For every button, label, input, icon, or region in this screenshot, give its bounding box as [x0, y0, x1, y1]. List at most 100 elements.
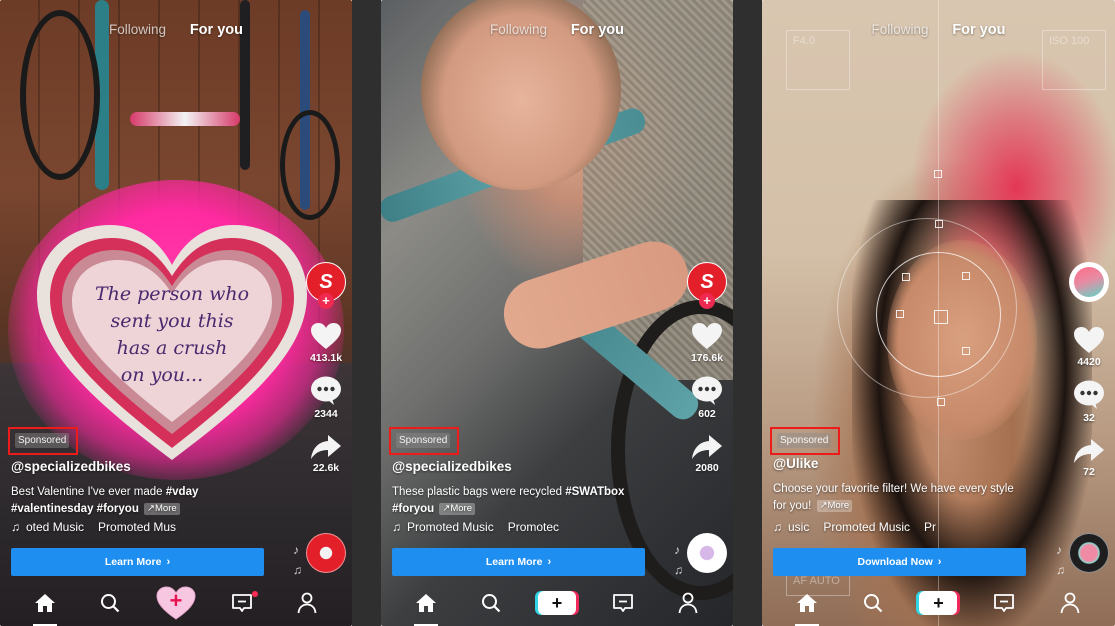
music-title: Pr: [924, 520, 937, 534]
follow-plus-icon[interactable]: +: [318, 293, 334, 309]
music-disc[interactable]: [687, 533, 727, 573]
nav-create[interactable]: +: [918, 588, 958, 618]
hashtag[interactable]: #foryou: [392, 503, 434, 515]
share-arrow-icon: [311, 435, 341, 459]
heart-card-line: on you...: [121, 364, 203, 386]
tab-following[interactable]: Following: [490, 22, 547, 37]
cta-label: Learn More: [104, 556, 162, 568]
action-sidebar: 4420 32 72: [1069, 262, 1109, 478]
more-link[interactable]: ↗More: [439, 503, 475, 515]
comment-button[interactable]: 602: [691, 376, 723, 420]
music-disc[interactable]: [1069, 533, 1109, 573]
learn-more-button[interactable]: Learn More ›: [392, 548, 645, 576]
comment-bubble-icon: [1074, 380, 1104, 409]
panel-divider: [733, 0, 762, 626]
caption-text: for you!: [773, 500, 812, 512]
create-button[interactable]: +: [537, 591, 576, 615]
sponsored-highlight-box: Sponsored: [8, 427, 78, 455]
hashtag[interactable]: #SWATbox: [565, 486, 624, 498]
heart-icon: [1074, 327, 1104, 353]
share-button[interactable]: 2080: [691, 434, 723, 474]
nav-home[interactable]: [406, 588, 446, 626]
download-now-button[interactable]: Download Now ›: [773, 548, 1026, 576]
hashtag[interactable]: #foryou: [97, 503, 139, 515]
more-link[interactable]: ↗More: [144, 503, 180, 515]
more-link[interactable]: ↗More: [816, 500, 853, 512]
tiktok-feed-panel-3: F4.0 ISO 100 AF AUTO Following For you 4…: [762, 0, 1115, 626]
music-ticker[interactable]: ♫ Promoted Music Promotec: [392, 520, 602, 534]
creator-username[interactable]: @Ulike: [773, 456, 818, 471]
tab-for-you[interactable]: For you: [952, 22, 1005, 38]
nav-inbox[interactable]: [984, 588, 1024, 618]
ar-tracking-point: [896, 310, 904, 318]
tab-following[interactable]: Following: [872, 22, 929, 37]
ar-tracking-point: [934, 170, 942, 178]
specialized-logo-icon: S: [319, 270, 333, 293]
music-ticker[interactable]: ♫ oted Music Promoted Mus: [11, 520, 221, 534]
nav-home[interactable]: [25, 588, 65, 626]
nav-discover[interactable]: [90, 588, 130, 618]
creator-avatar[interactable]: [1069, 262, 1109, 302]
creator-avatar[interactable]: S +: [306, 262, 346, 309]
nav-create[interactable]: +: [156, 586, 196, 620]
video-caption: These plastic bags were recycled #SWATbo…: [392, 484, 652, 518]
like-button[interactable]: 176.6k: [691, 322, 723, 364]
nav-profile[interactable]: [668, 588, 708, 618]
tab-following[interactable]: Following: [109, 22, 166, 37]
music-title: Promoted Music: [407, 520, 494, 534]
bottom-nav: +: [381, 580, 733, 626]
music-title: oted Music: [26, 520, 85, 534]
nav-discover[interactable]: [471, 588, 511, 618]
profile-icon: [1060, 592, 1080, 614]
comment-button[interactable]: 2344: [310, 376, 342, 420]
bike-wheel: [280, 110, 340, 220]
ulike-logo-icon: [1074, 267, 1104, 297]
feed-tabs: Following For you: [381, 22, 733, 38]
action-sidebar: S + 176.6k 602 2080: [687, 262, 727, 474]
nav-create[interactable]: +: [537, 588, 577, 618]
comment-button[interactable]: 32: [1073, 380, 1105, 424]
ar-tracking-point: [902, 273, 910, 281]
tab-for-you[interactable]: For you: [190, 22, 243, 38]
music-ticker[interactable]: ♫ usic Promoted Music Pr: [773, 520, 983, 534]
ar-tracking-point: [962, 347, 970, 355]
share-count: 72: [1083, 466, 1095, 478]
profile-icon: [297, 592, 317, 614]
creator-avatar[interactable]: S +: [687, 262, 727, 309]
inbox-icon: [612, 594, 633, 612]
nav-inbox[interactable]: [222, 588, 262, 618]
share-button[interactable]: 72: [1073, 438, 1105, 478]
music-disc[interactable]: [306, 533, 346, 573]
learn-more-button[interactable]: Learn More ›: [11, 548, 264, 576]
nav-home[interactable]: [787, 588, 827, 626]
like-count: 4420: [1077, 356, 1101, 368]
bike-handlebar: [130, 112, 240, 126]
creator-username[interactable]: @specializedbikes: [11, 459, 131, 474]
hashtag[interactable]: #valentinesday: [11, 503, 93, 515]
like-button[interactable]: 413.1k: [310, 322, 342, 364]
nav-inbox[interactable]: [603, 588, 643, 618]
comment-bubble-icon: [692, 376, 722, 405]
share-arrow-icon: [692, 435, 722, 459]
nav-discover[interactable]: [853, 588, 893, 618]
tab-for-you[interactable]: For you: [571, 22, 624, 38]
specialized-logo-icon: S: [700, 270, 714, 293]
sponsored-label: Sponsored: [396, 433, 451, 448]
create-button[interactable]: +: [919, 591, 958, 615]
like-button[interactable]: 4420: [1073, 326, 1105, 368]
create-button[interactable]: +: [156, 586, 196, 620]
video-caption: Best Valentine I've ever made #vday #val…: [11, 484, 271, 518]
share-button[interactable]: 22.6k: [310, 434, 342, 474]
sponsored-label: Sponsored: [777, 433, 832, 448]
nav-profile[interactable]: [287, 588, 327, 618]
comment-count: 602: [698, 408, 716, 420]
creator-username[interactable]: @specializedbikes: [392, 459, 512, 474]
inbox-icon: [231, 594, 252, 612]
camera-f-box: F4.0: [786, 30, 850, 90]
music-title: usic: [788, 520, 810, 534]
follow-plus-icon[interactable]: +: [699, 293, 715, 309]
action-sidebar: S + 413.1k 2344 22.6k: [306, 262, 346, 474]
nav-profile[interactable]: [1050, 588, 1090, 618]
share-count: 2080: [695, 462, 719, 474]
hashtag[interactable]: #vday: [166, 486, 199, 498]
